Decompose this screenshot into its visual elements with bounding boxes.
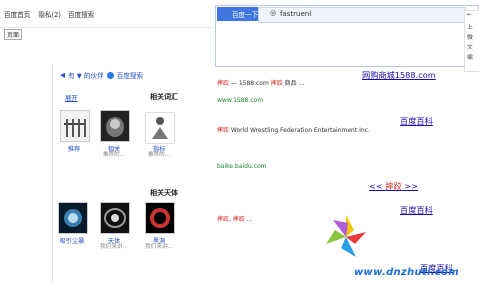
left-panel-header: ◀ 有 ▼ 的伙伴 百度搜索	[60, 70, 143, 80]
suggestion-item[interactable]: 微	[467, 32, 473, 41]
galaxy-icon	[104, 208, 126, 228]
equipment-icon	[64, 119, 86, 137]
suggestion-item[interactable]: ←	[467, 12, 472, 18]
tile-image[interactable]	[145, 202, 175, 234]
result-title[interactable]: << 摔跤 >>	[369, 180, 418, 192]
left-header-label: 有 ▼ 的伙伴	[68, 72, 104, 80]
tile-image[interactable]	[58, 202, 88, 234]
nebula-icon	[64, 209, 82, 227]
result-url[interactable]: baike.baidu.com	[217, 163, 267, 170]
suggestion-item[interactable]: 编	[467, 52, 473, 61]
result-title[interactable]: 百度百科	[400, 204, 433, 216]
nav-home-link[interactable]: 百度首页	[4, 9, 30, 19]
tile-subtext: 我们来讲...	[100, 244, 128, 250]
suggestion-item[interactable]: 文	[467, 42, 473, 51]
watermark: www.dnzhuti.com	[354, 267, 459, 278]
result-url[interactable]: www.1588.com	[217, 97, 263, 104]
black-hole-icon	[150, 208, 170, 228]
expand-link[interactable]: 展开	[65, 93, 78, 102]
section-related-bodies-title: 相关天体	[150, 189, 178, 197]
tile-image[interactable]	[100, 110, 130, 142]
left-header-title: 百度搜索	[116, 72, 144, 80]
baidu-logo-icon	[106, 71, 114, 79]
tooltip: 页面	[4, 29, 23, 40]
section-related-words-title: 相关词汇	[150, 93, 178, 101]
top-nav: 百度首页 隐私(2)	[4, 9, 61, 19]
pinwheel-logo-icon	[326, 215, 366, 257]
divider	[0, 27, 213, 28]
camera-icon[interactable]: ◎	[270, 9, 276, 17]
tile-label[interactable]: 吸引尘暴	[54, 236, 90, 245]
nav-search-link[interactable]: 百度搜索	[68, 9, 94, 19]
suggestion-item[interactable]: 上	[467, 22, 473, 31]
tile-image[interactable]	[145, 112, 175, 144]
suggestion-dropdown	[464, 10, 479, 72]
figure-icon	[152, 117, 168, 139]
result-snippet: 摔跤 World Wrestling Federation Entertainm…	[217, 127, 370, 134]
portrait-icon	[106, 117, 124, 137]
tile-image[interactable]	[60, 110, 90, 142]
nav-privacy-link[interactable]: 隐私(2)	[38, 9, 61, 19]
tile-label[interactable]: 推荐	[56, 144, 92, 153]
tile-image[interactable]	[100, 202, 130, 234]
tile-subtext: 推荐的...	[102, 152, 126, 158]
result-snippet: 摔跤 — 1588.com 摔跤 商品 ...	[217, 80, 305, 87]
tile-subtext: 推荐的...	[147, 152, 171, 158]
left-header-icon: ◀	[60, 71, 66, 79]
search-input[interactable]	[280, 8, 430, 20]
result-title[interactable]: 百度百科	[400, 115, 433, 127]
tile-subtext: 我们来讲...	[145, 244, 173, 250]
